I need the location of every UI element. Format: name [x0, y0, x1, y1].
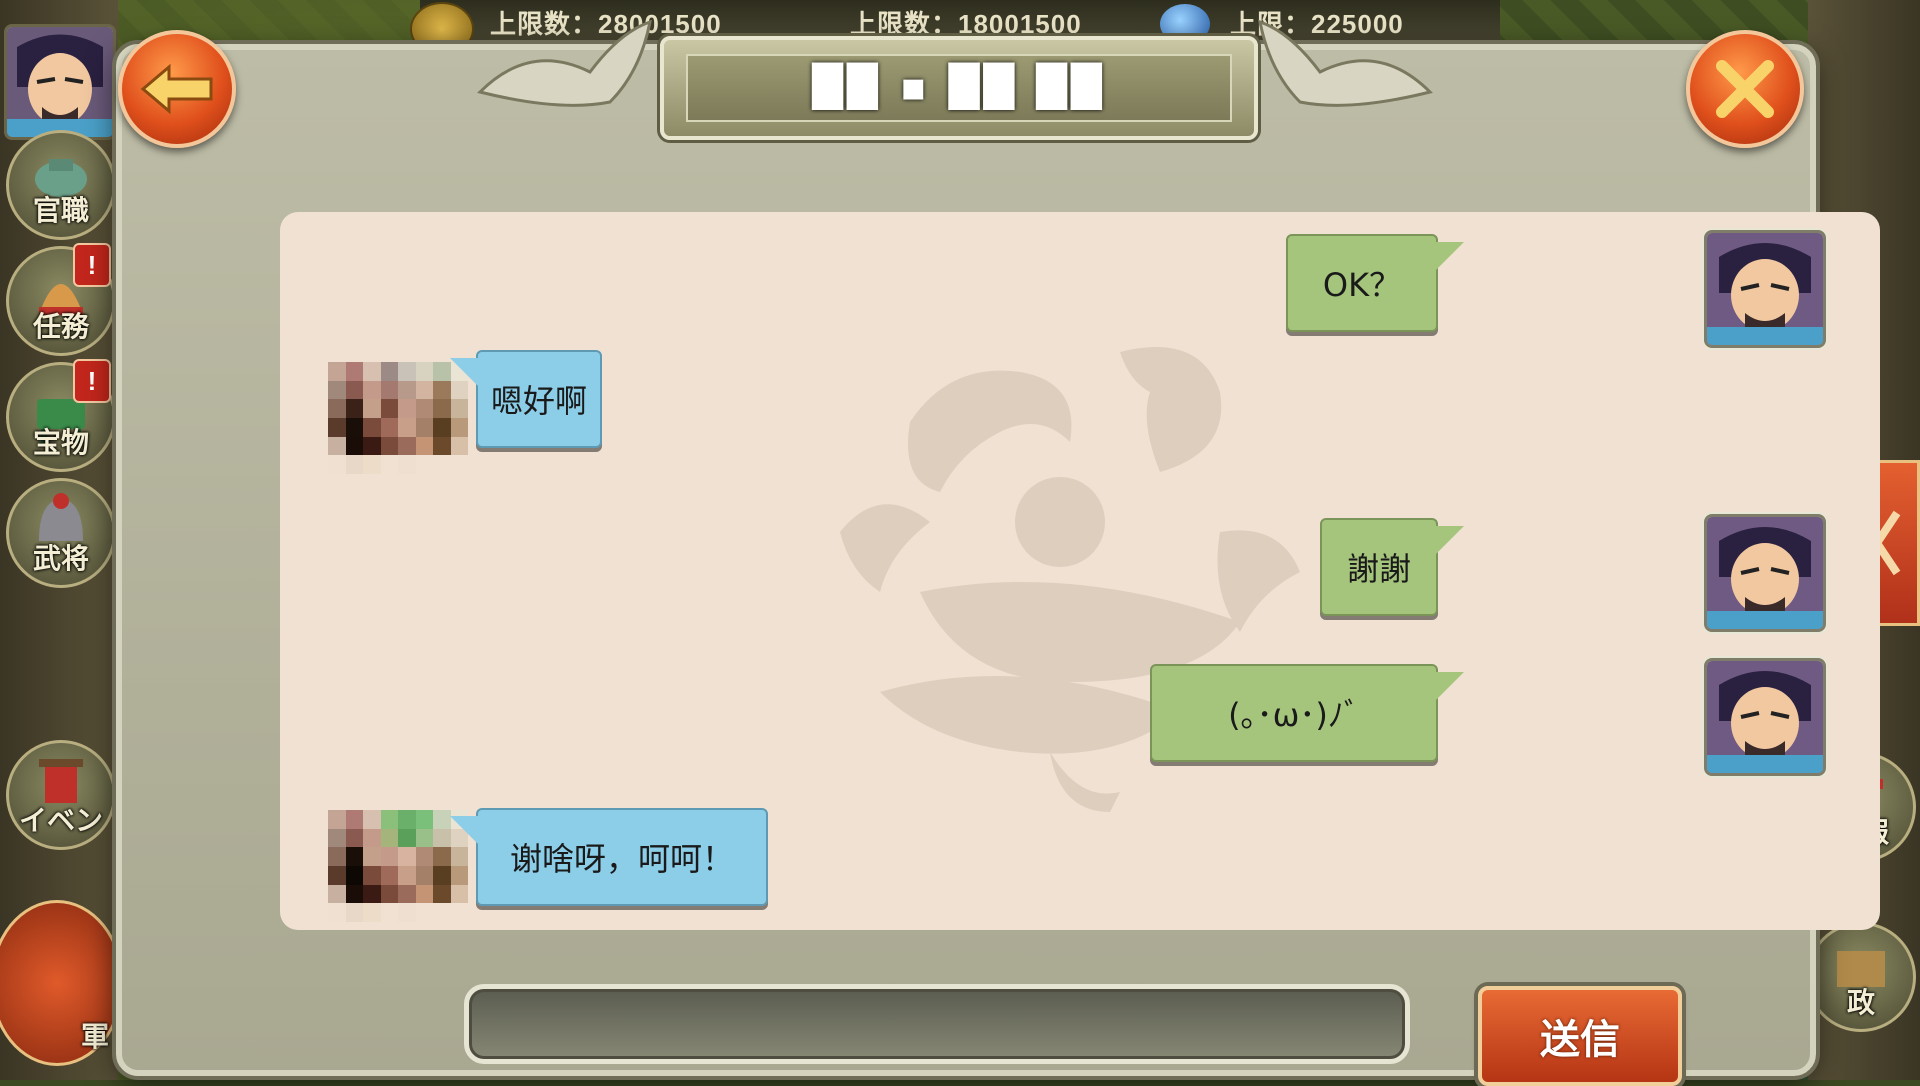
general-portrait-icon	[1707, 517, 1823, 629]
general-portrait-icon	[1707, 233, 1823, 345]
menu-label-politics: 政	[1846, 986, 1875, 1019]
menu-quests[interactable]: 任務 !	[6, 243, 116, 356]
send-button[interactable]: 送信	[1478, 986, 1682, 1086]
my-avatar[interactable]	[1704, 514, 1826, 632]
menu-label-generals: 武将	[32, 542, 89, 575]
quest-alert-badge: !	[73, 243, 111, 287]
close-x-icon	[1716, 60, 1774, 118]
menu-label-events: イベン	[18, 804, 103, 837]
menu-official-rank[interactable]: 官職	[6, 130, 116, 240]
chat-message-text: (｡･ω･)ﾉﾞ	[1228, 696, 1360, 734]
chat-bubble-theirs: 谢啥呀，呵呵！	[450, 808, 768, 906]
back-button[interactable]	[118, 30, 236, 148]
menu-label-official-rank: 官職	[32, 194, 89, 227]
menu-events[interactable]: イベン	[6, 740, 116, 850]
chat-message-text: 谢啥呀，呵呵！	[509, 840, 734, 878]
chat-bubble-theirs: 嗯好啊	[450, 350, 602, 448]
dragon-ornament-left-icon	[477, 19, 652, 107]
chat-dialog: OK？ 嗯好啊 謝謝 (｡･ω･)ﾉﾞ 谢啥呀，呵呵！ 送信	[116, 44, 1880, 1086]
chat-message-text: 嗯好啊	[490, 382, 587, 420]
army-button[interactable]: 軍	[0, 900, 124, 1066]
general-portrait-icon	[1707, 661, 1823, 773]
close-button[interactable]	[1686, 30, 1804, 148]
back-arrow-icon	[140, 63, 213, 115]
friend-avatar[interactable]	[328, 810, 468, 922]
player-avatar[interactable]	[4, 24, 116, 140]
treasure-alert-badge: !	[73, 359, 111, 403]
dialog-title-plate: ██ ▪ ██ ██	[660, 36, 1258, 140]
chat-message-text: 謝謝	[1346, 550, 1411, 588]
chat-bubble-mine: (｡･ω･)ﾉﾞ	[1150, 664, 1464, 762]
menu-label-quests: 任務	[32, 310, 89, 343]
chat-bubble-mine: OK？	[1286, 234, 1464, 332]
my-avatar[interactable]	[1704, 230, 1826, 348]
chat-message-area[interactable]: OK？ 嗯好啊 謝謝 (｡･ω･)ﾉﾞ 谢啥呀，呵呵！	[280, 212, 1880, 930]
chat-message-text: OK？	[1322, 266, 1402, 304]
chat-message-input[interactable]	[464, 984, 1410, 1064]
my-avatar[interactable]	[1704, 658, 1826, 776]
menu-generals[interactable]: 武将	[6, 478, 116, 588]
army-label: 軍	[80, 1020, 109, 1053]
menu-politics[interactable]: 政	[1806, 922, 1916, 1032]
friend-avatar[interactable]	[328, 362, 468, 474]
general-portrait-icon	[7, 27, 113, 137]
menu-label-treasure: 宝物	[32, 426, 89, 459]
dragon-ornament-right-icon	[1258, 19, 1433, 107]
dialog-title: ██ ▪ ██ ██	[812, 64, 1106, 110]
menu-treasure[interactable]: 宝物 !	[6, 359, 116, 472]
chat-bubble-mine: 謝謝	[1320, 518, 1464, 616]
